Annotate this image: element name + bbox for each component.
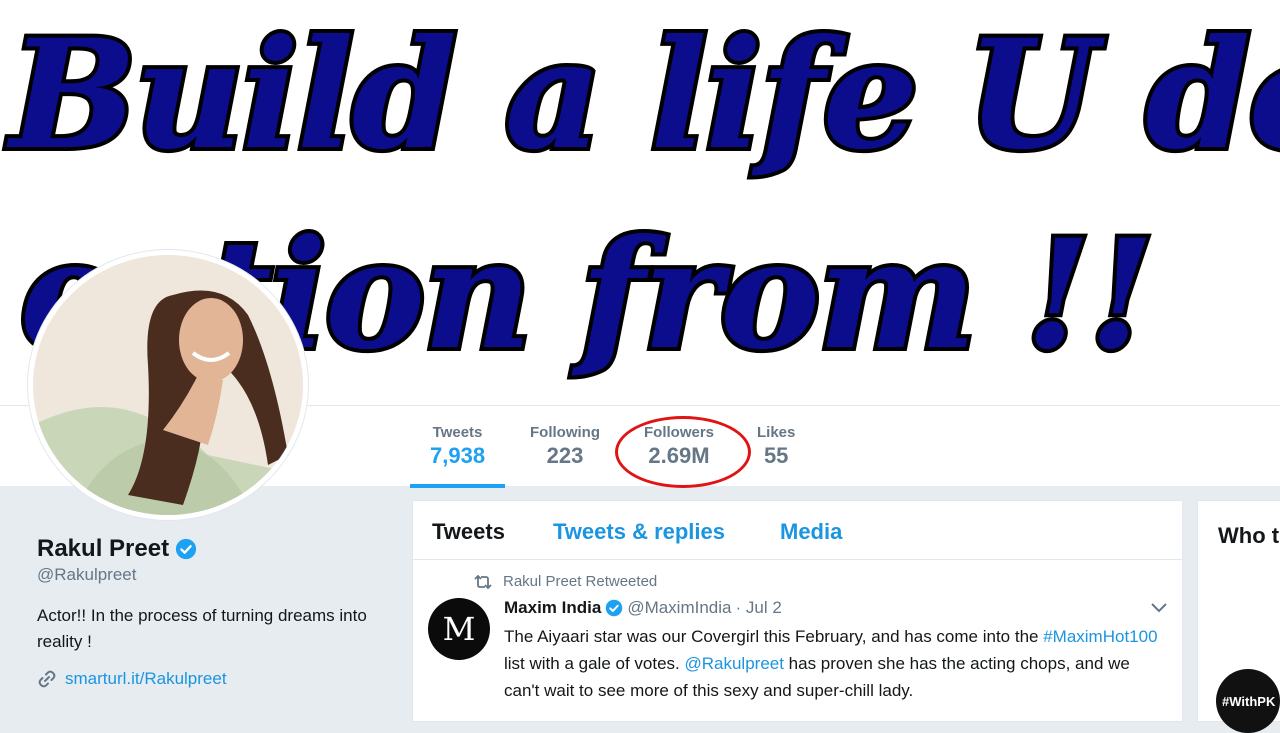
nav-stat-tweets[interactable]: Tweets 7,938 (409, 424, 506, 488)
tweet-mention-link[interactable]: @Rakulpreet (684, 654, 783, 673)
profile-name[interactable]: Rakul Preet (37, 535, 169, 563)
chevron-down-icon[interactable] (1150, 601, 1168, 615)
nav-stat-following[interactable]: Following 223 (530, 424, 600, 469)
retweet-context-text[interactable]: Rakul Preet Retweeted (503, 573, 657, 590)
who-to-follow-title: Who t (1218, 523, 1280, 548)
profile-link-row: smarturl.it/Rakulpreet (37, 669, 377, 689)
tweet-author-name[interactable]: Maxim India (504, 598, 601, 618)
suggested-account-avatar[interactable]: #WithPK (1216, 669, 1280, 733)
verified-badge-icon (175, 538, 197, 560)
tab-tweets-and-replies[interactable]: Tweets & replies (553, 519, 725, 545)
banner-text-line-1: Build a life U don't ne (6, 7, 1280, 183)
followers-highlight-annotation (615, 416, 751, 488)
timeline-card: Tweets Tweets & replies Media Rakul Pree… (412, 500, 1183, 722)
nav-stat-value: 223 (546, 443, 584, 468)
nav-stat-likes[interactable]: Likes 55 (757, 424, 795, 469)
profile-info: Rakul Preet @Rakulpreet Actor!! In the p… (37, 535, 377, 689)
profile-bio: Actor!! In the process of turning dreams… (37, 606, 367, 651)
tweet-date[interactable]: · Jul 2 (736, 598, 782, 618)
avatar-photo-icon (33, 255, 303, 515)
nav-stat-value: 7,938 (430, 443, 486, 468)
verified-badge-icon (606, 599, 623, 617)
profile-avatar[interactable] (28, 250, 308, 520)
retweet-context: Rakul Preet Retweeted (473, 573, 657, 590)
profile-website-link[interactable]: smarturl.it/Rakulpreet (65, 669, 227, 689)
profile-handle[interactable]: @Rakulpreet (37, 565, 377, 585)
nav-stat-label: Tweets (432, 424, 483, 441)
retweet-icon (474, 574, 492, 589)
tweet-author-avatar[interactable]: M (428, 598, 490, 660)
tweet-hashtag-link[interactable]: #MaximHot100 (1043, 627, 1157, 646)
timeline-tabs: Tweets Tweets & replies Media (413, 501, 1182, 560)
tweet-header: Maxim India @MaximIndia · Jul 2 (504, 598, 782, 618)
who-to-follow-card: Who t #WithPK (1197, 500, 1280, 733)
tweet-text-part: The Aiyaari star was our Covergirl this … (504, 627, 1044, 646)
tweet-text-part: list with a gale of votes. (504, 654, 685, 673)
nav-stat-label: Likes (757, 424, 796, 441)
tab-media[interactable]: Media (780, 519, 842, 545)
tab-tweets[interactable]: Tweets (432, 519, 505, 545)
nav-stat-value: 55 (763, 443, 789, 468)
tweet-author-handle[interactable]: @MaximIndia (627, 598, 731, 618)
profile-name-row: Rakul Preet (37, 535, 377, 563)
nav-stat-label: Following (530, 424, 600, 441)
link-icon (38, 670, 56, 688)
tweet-text: The Aiyaari star was our Covergirl this … (504, 623, 1164, 704)
